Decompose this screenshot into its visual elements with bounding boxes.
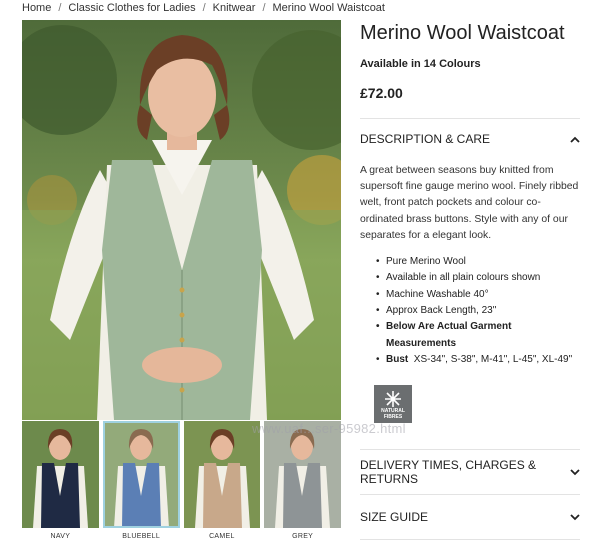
thumbnail-label: NAVY: [50, 533, 71, 540]
chevron-down-icon: [570, 512, 580, 522]
divider: [360, 494, 580, 495]
breadcrumb-current: Merino Wool Waistcoat: [272, 2, 385, 14]
breadcrumb-separator: /: [202, 2, 206, 14]
colour-thumbnails: NAVY BLUEBELL CAMEL GREY: [22, 421, 341, 542]
feature-item: Available in all plain colours shown: [376, 270, 580, 287]
description-care-heading: DESCRIPTION & CARE: [360, 132, 491, 146]
colour-availability: Available in 14 Colours: [360, 58, 481, 70]
feature-item: Approx Back Length, 23": [376, 303, 580, 320]
divider: [360, 449, 580, 450]
thumbnail-image: [22, 421, 99, 528]
chevron-down-icon: [570, 467, 580, 477]
natural-fibres-icon: NATURAL FIBRES: [374, 385, 412, 423]
thumbnail-label: CAMEL: [209, 533, 235, 540]
thumbnail-navy[interactable]: NAVY: [22, 421, 99, 542]
feature-item: Below Are Actual Garment Measurements: [376, 319, 580, 352]
breadcrumb-separator: /: [262, 2, 266, 14]
badge-line-2: FIBRES: [383, 413, 403, 420]
chevron-up-icon: [570, 134, 580, 144]
thumbnail-image: [264, 421, 341, 528]
divider: [360, 118, 580, 119]
breadcrumb-classic-clothes[interactable]: Classic Clothes for Ladies: [68, 2, 195, 14]
product-title: Merino Wool Waistcoat: [360, 22, 565, 44]
bust-values: XS-34", S-38", M-41", L-45", XL-49": [413, 353, 573, 365]
breadcrumb-home[interactable]: Home: [22, 2, 51, 14]
thumbnail-bluebell[interactable]: BLUEBELL: [102, 421, 180, 542]
description-text: A great between seasons buy knitted from…: [360, 165, 579, 241]
breadcrumb-separator: /: [58, 2, 62, 14]
main-product-image[interactable]: [22, 20, 341, 420]
size-guide-toggle[interactable]: SIZE GUIDE: [360, 507, 580, 527]
product-details-panel: Merino Wool Waistcoat Available in 14 Co…: [360, 20, 580, 423]
breadcrumb: Home / Classic Clothes for Ladies / Knit…: [22, 0, 385, 16]
feature-item: Machine Washable 40°: [376, 287, 580, 304]
delivery-toggle[interactable]: DELIVERY TIMES, CHARGES & RETURNS: [360, 458, 580, 486]
delivery-heading: DELIVERY TIMES, CHARGES & RETURNS: [360, 458, 537, 486]
features-list: Pure Merino Wool Available in all plain …: [376, 254, 580, 368]
thumbnail-image: [183, 421, 261, 528]
feature-item: Pure Merino Wool: [376, 254, 580, 271]
thumbnail-grey[interactable]: GREY: [264, 421, 341, 542]
size-guide-heading: SIZE GUIDE: [360, 510, 429, 524]
thumbnail-image: [102, 421, 180, 528]
product-price: £72.00: [360, 85, 403, 101]
breadcrumb-knitwear[interactable]: Knitwear: [213, 2, 256, 14]
divider: [360, 539, 580, 540]
thumbnail-label: GREY: [292, 533, 314, 540]
description-care-toggle[interactable]: DESCRIPTION & CARE: [360, 129, 580, 149]
bust-measurements: Bust XS-34", S-38", M-41", L-45", XL-49": [376, 352, 580, 369]
thumbnail-label: BLUEBELL: [122, 533, 161, 540]
bust-label: Bust: [386, 353, 409, 365]
thumbnail-camel[interactable]: CAMEL: [183, 421, 261, 542]
